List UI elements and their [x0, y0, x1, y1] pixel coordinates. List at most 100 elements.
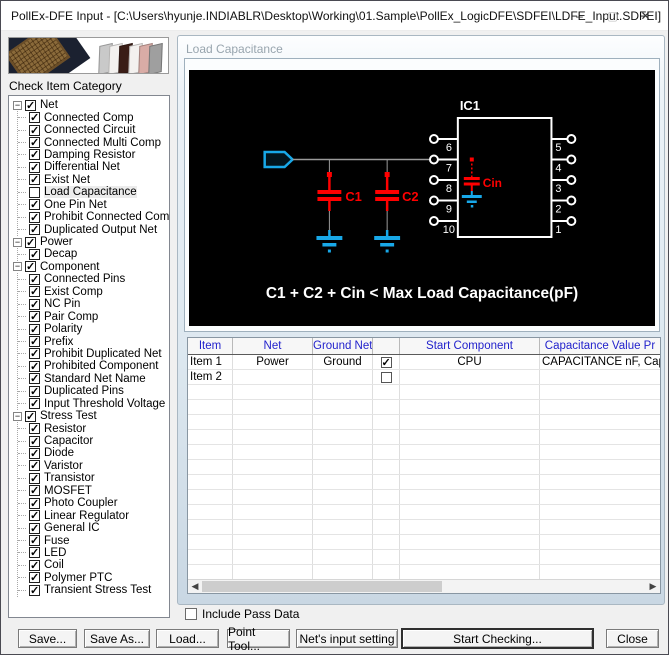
close-button[interactable]: Close: [606, 629, 659, 648]
tree-item-differential-net[interactable]: Differential Net: [18, 161, 169, 174]
tree-item-component[interactable]: − Component: [9, 260, 169, 273]
tree-item-power[interactable]: − Power: [9, 236, 169, 249]
tree-checkbox[interactable]: [29, 186, 40, 198]
table-row[interactable]: Item 1PowerGround CPUCAPACITANCE nF, Capa: [188, 355, 660, 370]
tree-item-prohibit-duplicated-net[interactable]: Prohibit Duplicated Net: [18, 347, 169, 360]
tree-checkbox[interactable]: [29, 447, 40, 460]
tree-item-input-threshold-voltage[interactable]: Input Threshold Voltage: [18, 397, 169, 410]
tree-checkbox[interactable]: [29, 509, 40, 522]
tree-item-diode[interactable]: Diode: [18, 447, 169, 460]
tree-item-prohibit-connected-comp[interactable]: Prohibit Connected Comp: [18, 211, 169, 224]
tree-checkbox[interactable]: [29, 310, 40, 323]
tree-checkbox[interactable]: [29, 422, 40, 435]
include-pass-checkbox[interactable]: [185, 608, 197, 620]
tree-item-pair-comp[interactable]: Pair Comp: [18, 310, 169, 323]
tree-checkbox[interactable]: [29, 111, 40, 124]
tree-item-stress-test[interactable]: − Stress Test: [9, 410, 169, 423]
tree-checkbox[interactable]: [29, 223, 40, 236]
tree-item-polarity[interactable]: Polarity: [18, 323, 169, 336]
tree-checkbox[interactable]: [29, 522, 40, 535]
tree-item-load-capacitance[interactable]: Load Capacitance: [18, 186, 169, 199]
point-tool-button[interactable]: Point Tool...: [227, 625, 290, 653]
tree-checkbox[interactable]: [29, 211, 40, 224]
tree-checkbox[interactable]: [29, 385, 40, 398]
tree-checkbox[interactable]: [29, 285, 40, 298]
tree-item-mosfet[interactable]: MOSFET: [18, 484, 169, 497]
tree-checkbox[interactable]: [29, 298, 40, 311]
tree-item-duplicated-pins[interactable]: Duplicated Pins: [18, 385, 169, 398]
tree-checkbox[interactable]: [25, 410, 36, 423]
start-checking-button[interactable]: Start Checking...: [402, 629, 593, 648]
tree-checkbox[interactable]: [29, 472, 40, 485]
tree-checkbox[interactable]: [25, 99, 36, 112]
tree-checkbox[interactable]: [29, 148, 40, 161]
tree-checkbox[interactable]: [29, 584, 40, 597]
nets-input-setting-button[interactable]: Net's input setting: [296, 629, 398, 648]
tree-item-decap[interactable]: Decap: [18, 248, 169, 261]
scroll-right-icon[interactable]: ▶: [646, 580, 660, 593]
tree-item-general-ic[interactable]: General IC: [18, 522, 169, 535]
save-as-button[interactable]: Save As...: [84, 629, 150, 648]
tree-item-coil[interactable]: Coil: [18, 559, 169, 572]
horizontal-scrollbar[interactable]: ◀ ▶: [188, 579, 660, 593]
tree-checkbox[interactable]: [29, 136, 40, 149]
tree-checkbox[interactable]: [29, 198, 40, 211]
tree-checkbox[interactable]: [29, 571, 40, 584]
tree-checkbox[interactable]: [29, 497, 40, 510]
include-pass-data[interactable]: Include Pass Data: [185, 607, 299, 621]
load-button[interactable]: Load...: [156, 629, 219, 648]
tree-checkbox[interactable]: [25, 236, 36, 249]
tree-item-nc-pin[interactable]: NC Pin: [18, 298, 169, 311]
tree-item-connected-comp[interactable]: Connected Comp: [18, 111, 169, 124]
check-item-tree[interactable]: −NetConnected CompConnected CircuitConne…: [8, 95, 170, 618]
tree-checkbox[interactable]: [29, 335, 40, 348]
collapse-icon[interactable]: −: [13, 411, 22, 421]
tree-item-exist-comp[interactable]: Exist Comp: [18, 285, 169, 298]
tree-checkbox[interactable]: [29, 459, 40, 472]
tree-checkbox[interactable]: [29, 546, 40, 559]
tree-item-prohibited-component[interactable]: Prohibited Component: [18, 360, 169, 373]
tree-item-connected-multi-comp[interactable]: Connected Multi Comp: [18, 136, 169, 149]
tree-item-one-pin-net[interactable]: One Pin Net: [18, 198, 169, 211]
tree-item-fuse[interactable]: Fuse: [18, 534, 169, 547]
table-row[interactable]: Item 2: [188, 370, 660, 385]
close-icon[interactable]: ✕: [629, 1, 662, 31]
tree-checkbox[interactable]: [29, 397, 40, 410]
tree-checkbox[interactable]: [29, 435, 40, 448]
tree-item-polymer-ptc[interactable]: Polymer PTC: [18, 571, 169, 584]
tree-item-photo-coupler[interactable]: Photo Coupler: [18, 497, 169, 510]
tree-checkbox[interactable]: [29, 484, 40, 497]
tree-checkbox[interactable]: [29, 161, 40, 174]
tree-item-led[interactable]: LED: [18, 546, 169, 559]
tree-item-duplicated-output-net[interactable]: Duplicated Output Net: [18, 223, 169, 236]
tree-item-resistor[interactable]: Resistor: [18, 422, 169, 435]
tree-item-connected-circuit[interactable]: Connected Circuit: [18, 124, 169, 137]
tree-item-varistor[interactable]: Varistor: [18, 459, 169, 472]
tree-item-transistor[interactable]: Transistor: [18, 472, 169, 485]
tree-item-connected-pins[interactable]: Connected Pins: [18, 273, 169, 286]
row-checkbox[interactable]: [380, 356, 392, 369]
tree-checkbox[interactable]: [29, 323, 40, 336]
tree-checkbox[interactable]: [29, 248, 40, 261]
collapse-icon[interactable]: −: [13, 100, 22, 110]
tree-item-prefix[interactable]: Prefix: [18, 335, 169, 348]
save-button[interactable]: Save...: [18, 629, 77, 648]
scrollbar-thumb[interactable]: [202, 581, 442, 592]
tree-item-transient-stress-test[interactable]: Transient Stress Test: [18, 584, 169, 597]
tree-checkbox[interactable]: [29, 360, 40, 373]
tree-item-net[interactable]: − Net: [9, 99, 169, 112]
tree-checkbox[interactable]: [29, 173, 40, 186]
tree-checkbox[interactable]: [29, 273, 40, 286]
collapse-icon[interactable]: −: [13, 262, 22, 272]
tree-item-standard-net-name[interactable]: Standard Net Name: [18, 372, 169, 385]
row-checkbox[interactable]: [380, 371, 392, 383]
tree-item-linear-regulator[interactable]: Linear Regulator: [18, 509, 169, 522]
tree-checkbox[interactable]: [29, 534, 40, 547]
tree-item-capacitor[interactable]: Capacitor: [18, 435, 169, 448]
tree-checkbox[interactable]: [29, 559, 40, 572]
tree-checkbox[interactable]: [29, 347, 40, 360]
items-table[interactable]: Item Net Ground Net Start Component Capacita…: [187, 337, 661, 594]
tree-checkbox[interactable]: [29, 372, 40, 385]
scroll-left-icon[interactable]: ◀: [188, 580, 202, 593]
tree-checkbox[interactable]: [25, 260, 36, 273]
